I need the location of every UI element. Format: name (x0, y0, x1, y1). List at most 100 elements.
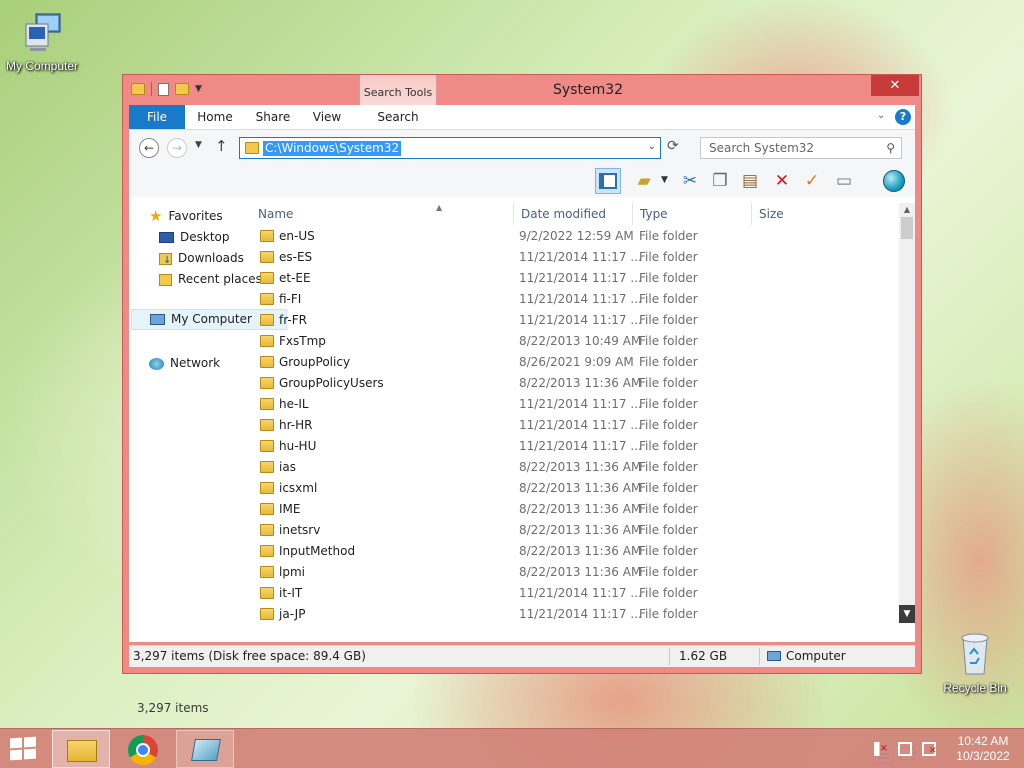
scroll-down-arrow-icon[interactable]: ▼ (899, 605, 915, 623)
taskbar-app[interactable] (176, 730, 234, 768)
help-icon[interactable]: ? (895, 109, 911, 125)
vertical-scrollbar[interactable]: ▲ ▼ (899, 203, 915, 623)
file-date: 8/22/2013 11:36 AM (519, 502, 642, 516)
table-row[interactable]: fr-FR 11/21/2014 11:17 ... File folder (129, 310, 849, 331)
paste-button[interactable]: ▤ (737, 168, 763, 194)
back-button[interactable]: ← (139, 138, 159, 158)
table-row[interactable]: icsxml 8/22/2013 11:36 AM File folder (129, 478, 849, 499)
address-path[interactable]: C:\Windows\System32 (263, 141, 402, 156)
tab-view[interactable]: View (307, 105, 347, 129)
table-row[interactable]: IME 8/22/2013 11:36 AM File folder (129, 499, 849, 520)
address-bar[interactable]: C:\Windows\System32 ⌄ (239, 137, 661, 159)
title-bar[interactable]: ▼ Search Tools System32 ✕ (123, 75, 921, 129)
speaker-muted-icon[interactable] (874, 742, 888, 756)
folder-icon (260, 461, 274, 473)
cut-button[interactable]: ✂ (677, 168, 703, 194)
file-name: FxsTmp (279, 334, 326, 348)
new-folder-chevron-icon[interactable]: ▼ (661, 175, 668, 185)
forward-button[interactable]: → (167, 138, 187, 158)
address-bar-row: ← → ▼ ↑ C:\Windows\System32 ⌄ ⟳ ⚲ (129, 129, 915, 165)
search-icon[interactable]: ⚲ (886, 141, 895, 155)
table-row[interactable]: es-ES 11/21/2014 11:17 ... File folder (129, 247, 849, 268)
desktop-icon-my-computer[interactable]: My Computer (0, 10, 84, 73)
file-date: 8/22/2013 11:36 AM (519, 481, 642, 495)
column-header-name[interactable]: Name (251, 203, 511, 225)
search-input[interactable] (701, 138, 881, 158)
table-row[interactable]: hr-HR 11/21/2014 11:17 ... File folder (129, 415, 849, 436)
file-date: 8/22/2013 11:36 AM (519, 460, 642, 474)
expand-ribbon-chevron-icon[interactable]: ⌄ (877, 110, 885, 121)
file-type: File folder (639, 586, 698, 600)
command-toolbar: ▰ ▼ ✂ ❐ ▤ ✕ ✓ ▭ (129, 165, 915, 197)
taskbar-file-explorer[interactable] (52, 730, 110, 768)
table-row[interactable]: FxsTmp 8/22/2013 10:49 AM File folder (129, 331, 849, 352)
table-row[interactable]: fi-FI 11/21/2014 11:17 ... File folder (129, 289, 849, 310)
properties-icon[interactable] (158, 82, 169, 96)
table-row[interactable]: GroupPolicyUsers 8/22/2013 11:36 AM File f… (129, 373, 849, 394)
copy-button[interactable]: ❐ (707, 168, 733, 194)
folder-icon (260, 356, 274, 368)
taskbar-chrome[interactable] (114, 730, 172, 768)
navigation-pane-button[interactable] (595, 168, 621, 194)
scroll-thumb[interactable] (901, 217, 913, 239)
file-name: en-US (279, 229, 315, 243)
tab-home[interactable]: Home (193, 105, 237, 129)
up-button[interactable]: ↑ (215, 137, 228, 155)
file-type: File folder (639, 397, 698, 411)
file-date: 8/22/2013 11:36 AM (519, 544, 642, 558)
close-button[interactable]: ✕ (871, 75, 919, 96)
address-history-chevron-icon[interactable]: ⌄ (648, 141, 656, 152)
file-type: File folder (639, 229, 698, 243)
folder-icon (260, 230, 274, 242)
table-row[interactable]: GroupPolicy 8/26/2021 9:09 AM File folder (129, 352, 849, 373)
folder-icon (260, 587, 274, 599)
app-icon (191, 739, 221, 761)
table-row[interactable]: inetsrv 8/22/2013 11:36 AM File folder (129, 520, 849, 541)
recent-locations-chevron-icon[interactable]: ▼ (195, 140, 202, 150)
refresh-button[interactable]: ⟳ (667, 138, 679, 154)
file-name: it-IT (279, 586, 303, 600)
delete-button[interactable]: ✕ (769, 168, 795, 194)
chrome-icon (128, 735, 158, 765)
nav-item-favorites[interactable]: ★ Favorites (149, 206, 223, 227)
file-date: 11/21/2014 11:17 ... (519, 271, 642, 285)
file-type: File folder (639, 418, 698, 432)
file-name: GroupPolicy (279, 355, 351, 369)
file-date: 8/22/2013 10:49 AM (519, 334, 642, 348)
start-button[interactable] (10, 736, 38, 761)
table-row[interactable]: et-EE 11/21/2014 11:17 ... File folder (129, 268, 849, 289)
table-row[interactable]: he-IL 11/21/2014 11:17 ... File folder (129, 394, 849, 415)
status-size: 1.62 GB (679, 649, 728, 663)
network-disconnected-icon[interactable] (922, 742, 937, 756)
folder-icon (260, 440, 274, 452)
new-folder-button[interactable]: ▰ (631, 168, 657, 194)
tab-search[interactable]: Search (359, 105, 437, 129)
table-row[interactable]: lpmi 8/22/2013 11:36 AM File folder (129, 562, 849, 583)
folder-icon (260, 377, 274, 389)
table-row[interactable]: InputMethod 8/22/2013 11:36 AM File folder (129, 541, 849, 562)
properties-button[interactable]: ▭ (831, 168, 857, 194)
file-name: hu-HU (279, 439, 317, 453)
tab-file[interactable]: File (129, 105, 185, 129)
desktop-icon-recycle-bin[interactable]: Recycle Bin (933, 630, 1017, 695)
tab-share[interactable]: Share (251, 105, 295, 129)
folder-icon (260, 335, 274, 347)
table-row[interactable]: ja-JP 11/21/2014 11:17 ... File folder (129, 604, 849, 625)
web-button[interactable] (881, 168, 907, 194)
pane-icon (599, 173, 617, 189)
rename-button[interactable]: ✓ (799, 168, 825, 194)
table-row[interactable]: it-IT 11/21/2014 11:17 ... File folder (129, 583, 849, 604)
column-header-type[interactable]: Type (632, 203, 750, 225)
file-name: hr-HR (279, 418, 313, 432)
new-folder-icon[interactable] (175, 83, 189, 95)
window-title: System32 (553, 82, 624, 98)
scroll-up-arrow-icon[interactable]: ▲ (899, 203, 915, 217)
clock[interactable]: 10:42 AM 10/3/2022 (948, 734, 1018, 764)
column-header-size[interactable]: Size (751, 203, 831, 225)
action-center-icon[interactable] (898, 742, 912, 756)
customize-toolbar-chevron-icon[interactable]: ▼ (195, 84, 202, 94)
column-header-date-modified[interactable]: Date modified (513, 203, 631, 225)
table-row[interactable]: hu-HU 11/21/2014 11:17 ... File folder (129, 436, 849, 457)
table-row[interactable]: en-US 9/2/2022 12:59 AM File folder (129, 226, 849, 247)
table-row[interactable]: ias 8/22/2013 11:36 AM File folder (129, 457, 849, 478)
